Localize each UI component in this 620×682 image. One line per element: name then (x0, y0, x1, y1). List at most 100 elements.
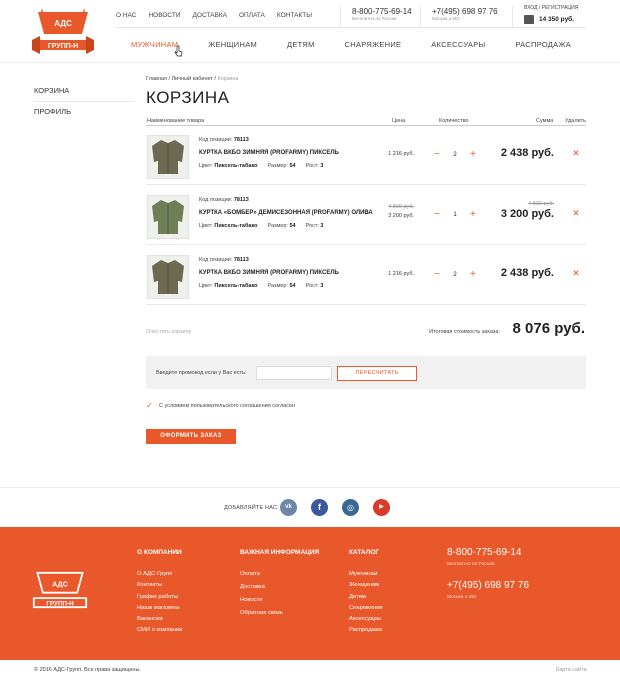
header-divider (420, 6, 421, 28)
vk-icon[interactable]: vk (280, 499, 297, 516)
footer-link[interactable]: Детям (349, 594, 383, 605)
header-divider (340, 6, 341, 28)
instagram-icon[interactable]: ◎ (342, 499, 359, 516)
footer-logo[interactable]: АДС ГРУПП-Н (32, 566, 88, 614)
main-nav-sale[interactable]: РАСПРОДАЖА (515, 40, 571, 49)
top-nav-payment[interactable]: ОПЛАТА (239, 12, 265, 19)
footer-link[interactable]: Мужчинам (349, 571, 383, 582)
product-meta: Цвет: Пиксель-табако Размер: 54 Рост: 3 (199, 283, 324, 289)
footer-link[interactable]: О АДС-Групп (137, 571, 182, 582)
phone-number[interactable]: 8-800-775-69-14 (352, 7, 412, 16)
delete-icon[interactable]: ✕ (570, 148, 582, 159)
quantity-value[interactable]: 2 (447, 272, 463, 278)
plus-icon[interactable]: + (467, 149, 479, 161)
footer-link[interactable]: Обратная связь (240, 610, 283, 623)
footer-link[interactable]: Вакансии (137, 616, 182, 627)
footer-link[interactable]: Наши магазины (137, 605, 182, 616)
product-image[interactable] (147, 255, 189, 299)
row-divider (146, 304, 586, 305)
quantity-value[interactable]: 1 (447, 212, 463, 218)
plus-icon[interactable]: + (467, 269, 479, 281)
footer-link[interactable]: Снаряжение (349, 605, 383, 616)
clear-cart-link[interactable]: Очистить корзину (146, 329, 191, 335)
product-name[interactable]: КУРТКА «БОМБЕР» ДЕМИСЕЗОННАЯ (PROFARMY) … (199, 210, 373, 216)
col-header-delete: Удалить (565, 118, 586, 124)
minus-icon[interactable]: − (431, 209, 443, 221)
col-header-name: Наименование товара (147, 118, 205, 124)
product-name[interactable]: КУРТКА ВКБО ЗИМНЯЯ (PROFARMY) ПИКСЕЛЬ (199, 150, 339, 156)
main-nav-accessories[interactable]: АКСЕССУАРЫ (431, 40, 485, 49)
product-code: Код позиции: 78113 (199, 197, 249, 203)
brand-logo[interactable]: АДС ГРУПП-Н (32, 6, 94, 56)
delete-icon[interactable]: ✕ (570, 208, 582, 219)
main-nav-kids[interactable]: ДЕТЯМ (287, 40, 315, 49)
breadcrumb-home[interactable]: Главная (146, 76, 167, 82)
footer-link[interactable]: Распродажа (349, 627, 383, 638)
svg-text:АДС: АДС (52, 579, 69, 588)
footer-col-catalog-title: КАТАЛОГ (349, 549, 379, 556)
product-code: Код позиции: 78113 (199, 257, 249, 263)
price: 1 216 руб. (388, 271, 414, 277)
social-rule (0, 487, 620, 488)
product-meta: Цвет: Пиксель-табако Размер: 54 Рост: 3 (199, 223, 324, 229)
sitemap-link[interactable]: Карта сайта (556, 667, 587, 673)
youtube-icon[interactable]: ▶ (373, 499, 390, 516)
top-nav-contacts[interactable]: КОНТАКТЫ (277, 12, 312, 19)
login-link[interactable]: ВХОД / РЕГИСТРАЦИЯ (524, 5, 594, 11)
footer-link[interactable]: Аксессуары (349, 616, 383, 627)
product-image[interactable] (147, 195, 189, 239)
sidebar-item-cart[interactable]: КОРЗИНА (34, 80, 134, 101)
footer-link[interactable]: График работы (137, 594, 182, 605)
top-nav-news[interactable]: НОВОСТИ (148, 12, 180, 19)
footer-link[interactable]: СМИ о компании (137, 627, 182, 638)
breadcrumb-account[interactable]: Личный кабинет (172, 76, 213, 82)
jacket-icon (152, 200, 184, 234)
footer-link[interactable]: Оплата (240, 571, 283, 584)
footer-phone-note: Бесплатно по России (447, 562, 495, 567)
footer-phone-1[interactable]: 8-800-775-69-14 (447, 547, 522, 558)
header-phone-1: 8-800-775-69-14 Бесплатно по России (352, 7, 412, 21)
checkmark-icon[interactable]: ✓ (146, 402, 154, 410)
product-image[interactable] (147, 135, 189, 179)
checkout-button[interactable]: ОФОРМИТЬ ЗАКАЗ (146, 429, 236, 444)
minus-icon[interactable]: − (431, 269, 443, 281)
facebook-icon[interactable]: f (311, 499, 328, 516)
footer-col-catalog: Мужчинам Женщинам Детям Снаряжение Аксес… (349, 571, 383, 639)
footer-link[interactable]: Контакты (137, 582, 182, 593)
quantity-stepper: − 2 + (431, 268, 479, 282)
footer-phone-note: Москва и МО (447, 595, 477, 600)
sidebar-item-profile[interactable]: ПРОФИЛЬ (34, 101, 134, 122)
price: 3 200 руб. (388, 213, 414, 219)
page-title: КОРЗИНА (146, 88, 230, 107)
footer-link[interactable]: Доставка (240, 584, 283, 597)
promo-input[interactable] (256, 366, 332, 380)
product-name[interactable]: КУРТКА ВКБО ЗИМНЯЯ (PROFARMY) ПИКСЕЛЬ (199, 270, 339, 276)
cart-total[interactable]: 14 350 руб. (539, 16, 574, 23)
delete-icon[interactable]: ✕ (570, 268, 582, 279)
cart-icon[interactable] (524, 15, 534, 24)
phone-number[interactable]: +7(495) 698 97 76 (432, 7, 498, 16)
main-nav-women[interactable]: ЖЕНЩИНАМ (208, 40, 257, 49)
header-divider (512, 6, 513, 28)
footer-phone-2[interactable]: +7(495) 698 97 76 (447, 580, 529, 591)
recalculate-button[interactable]: ПЕРЕСЧИТАТЬ (337, 366, 417, 381)
main-nav-men[interactable]: МУЖЧИНАМ (131, 40, 178, 49)
footer-link[interactable]: Новости (240, 597, 283, 610)
main-nav-gear[interactable]: СНАРЯЖЕНИЕ (345, 40, 402, 49)
col-header-qty: Количество (439, 118, 469, 124)
top-nav-delivery[interactable]: ДОСТАВКА (193, 12, 227, 19)
svg-text:ГРУПП-Н: ГРУПП-Н (46, 600, 74, 607)
social-label: ДОБАВЛЯЙТЕ НАС (224, 505, 278, 511)
main-nav: МУЖЧИНАМ ЖЕНЩИНАМ ДЕТЯМ СНАРЯЖЕНИЕ АКСЕС… (116, 40, 586, 49)
plus-icon[interactable]: + (467, 209, 479, 221)
account-box: ВХОД / РЕГИСТРАЦИЯ 14 350 руб. (524, 5, 594, 24)
footer-link[interactable]: Женщинам (349, 582, 383, 593)
top-nav-about[interactable]: О НАС (116, 12, 136, 19)
minus-icon[interactable]: − (431, 149, 443, 161)
price-old: 4 800 руб. (388, 204, 414, 210)
quantity-value[interactable]: 2 (447, 152, 463, 158)
sum-old: 4 800 руб. (528, 201, 554, 207)
col-header-sum: Сумма (536, 118, 554, 124)
row-divider (146, 184, 586, 185)
quantity-stepper: − 2 + (431, 148, 479, 162)
